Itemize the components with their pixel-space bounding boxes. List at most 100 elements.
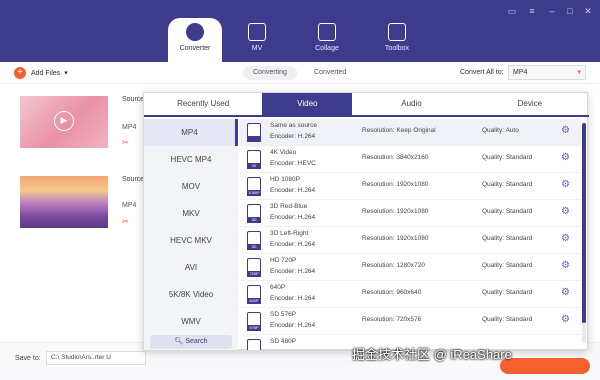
- maximize-icon[interactable]: □: [563, 5, 577, 17]
- preset-quality: Quality: Standard: [482, 154, 533, 161]
- preset-row[interactable]: 3D 3D Red-Blue Encoder: H.264 Resolution: 1…: [239, 200, 581, 227]
- video-format-icon: 1080P: [247, 177, 261, 196]
- tab-converter-label: Converter: [179, 45, 211, 52]
- preset-encoder: Encoder: HEVC: [270, 160, 316, 167]
- preset-tag: 720P: [247, 271, 261, 277]
- preset-name: HD 1080P: [270, 176, 300, 183]
- scrollbar-thumb[interactable]: [582, 123, 586, 323]
- preset-resolution: Resolution: Keep Original: [362, 127, 436, 134]
- format-popup: Recently Used Video Audio Device MP4 HEV…: [143, 92, 589, 350]
- preset-resolution: Resolution: 1920x1080: [362, 235, 429, 242]
- settings-gear-icon[interactable]: ⚙: [561, 233, 570, 244]
- preset-name: 640P: [270, 284, 286, 291]
- convert-all-label: Convert All to:: [460, 69, 504, 76]
- trim-icon[interactable]: ✂: [122, 138, 129, 147]
- mv-icon: [248, 23, 266, 41]
- tab-converting[interactable]: Converting: [243, 66, 297, 80]
- tab-toolbox[interactable]: Toolbox: [362, 18, 432, 62]
- preset-tag: 640P: [247, 298, 261, 304]
- format-item-mov[interactable]: MOV: [144, 173, 238, 200]
- tab-collage[interactable]: Collage: [292, 18, 362, 62]
- format-item-hevc-mp4[interactable]: HEVC MP4: [144, 146, 238, 173]
- preset-row[interactable]: 3D 3D Left-Right Encoder: H.264 Resolution:…: [239, 227, 581, 254]
- tab-audio[interactable]: Audio: [352, 93, 470, 115]
- preset-encoder: Encoder: H.264: [270, 268, 316, 275]
- settings-gear-icon[interactable]: ⚙: [561, 287, 570, 298]
- preset-quality: Quality: Standard: [482, 235, 533, 242]
- preset-encoder: Encoder: H.264: [270, 214, 316, 221]
- preset-quality: Quality: Standard: [482, 262, 533, 269]
- preset-encoder: Encoder: H.264: [270, 241, 316, 248]
- convert-all-button[interactable]: [500, 358, 590, 374]
- minimize-icon[interactable]: –: [545, 5, 559, 17]
- menu-icon[interactable]: ≡: [525, 5, 539, 17]
- format-item-wmv[interactable]: WMV: [144, 308, 238, 335]
- preset-quality: Quality: Standard: [482, 181, 533, 188]
- popup-tabs: Recently Used Video Audio Device: [144, 93, 589, 117]
- format-item-5k8k[interactable]: 5K/8K Video: [144, 281, 238, 308]
- format-item-hevc-mkv[interactable]: HEVC MKV: [144, 227, 238, 254]
- settings-gear-icon[interactable]: ⚙: [561, 125, 570, 136]
- tab-device[interactable]: Device: [471, 93, 589, 115]
- preset-quality: Quality: Standard: [482, 208, 533, 215]
- video-format-icon: 4K: [247, 150, 261, 169]
- convert-all-select[interactable]: MP4 ▾: [508, 65, 586, 80]
- video-format-icon: 640P: [247, 285, 261, 304]
- preset-name: 3D Red-Blue: [270, 203, 308, 210]
- tab-recently-used[interactable]: Recently Used: [144, 93, 262, 115]
- convert-all-value: MP4: [513, 69, 528, 76]
- video-format-icon: 3D: [247, 204, 261, 223]
- preset-row[interactable]: Same as source Encoder: H.264 Resolution: …: [239, 119, 581, 146]
- preset-tag: [247, 136, 261, 142]
- settings-gear-icon[interactable]: ⚙: [561, 179, 570, 190]
- preset-row[interactable]: 1080P HD 1080P Encoder: H.264 Resolution: 1…: [239, 173, 581, 200]
- collage-icon: [318, 23, 336, 41]
- preset-resolution: Resolution: 3840x2160: [362, 154, 429, 161]
- tab-mv[interactable]: MV: [222, 18, 292, 62]
- preset-row[interactable]: 4K 4K Video Encoder: HEVC Resolution: 3840x…: [239, 146, 581, 173]
- tab-video[interactable]: Video: [262, 93, 353, 115]
- settings-gear-icon[interactable]: ⚙: [561, 314, 570, 325]
- preset-name: HD 720P: [270, 257, 297, 264]
- preset-tag: 3D: [247, 244, 261, 250]
- file-format: MP4: [122, 202, 137, 209]
- preset-tag: 1080P: [247, 190, 261, 196]
- format-item-avi[interactable]: AVI: [144, 254, 238, 281]
- search-button[interactable]: 🔍︎ Search: [150, 335, 232, 349]
- preset-resolution: Resolution: 720x576: [362, 316, 422, 323]
- video-format-icon: [247, 339, 261, 350]
- preset-resolution: Resolution: 1280x720: [362, 262, 425, 269]
- preset-tag: 576P: [247, 325, 261, 331]
- save-to-path[interactable]: C:\ Studio\Ars..rter U: [46, 351, 146, 365]
- tab-collage-label: Collage: [315, 45, 339, 52]
- search-icon: 🔍︎: [174, 338, 186, 345]
- preset-row[interactable]: 720P HD 720P Encoder: H.264 Resolution: 128…: [239, 254, 581, 281]
- preset-scrollbar[interactable]: [582, 123, 586, 343]
- settings-gear-icon[interactable]: ⚙: [561, 260, 570, 271]
- dropdown-arrow-icon: ▾: [577, 69, 581, 76]
- watermark: 掘金技术社区 @ iReaShare: [352, 347, 512, 362]
- tab-toolbox-label: Toolbox: [384, 45, 410, 52]
- settings-gear-icon[interactable]: ⚙: [561, 152, 570, 163]
- settings-gear-icon[interactable]: ⚙: [561, 206, 570, 217]
- preset-row[interactable]: 576P SD 576P Encoder: H.264 Resolution: 720…: [239, 308, 581, 335]
- close-icon[interactable]: ✕: [581, 5, 595, 17]
- save-to-label: Save to:: [15, 355, 41, 362]
- preset-quality: Quality: Auto: [482, 127, 519, 134]
- video-thumbnail[interactable]: [20, 176, 108, 228]
- tab-converted[interactable]: Converted: [304, 66, 356, 80]
- file-item: Source MP4 ✂: [0, 62, 150, 228]
- preset-name: 3D Left-Right: [270, 230, 309, 237]
- format-item-mkv[interactable]: MKV: [144, 200, 238, 227]
- preset-quality: Quality: Standard: [482, 289, 533, 296]
- video-format-icon: 3D: [247, 231, 261, 250]
- trim-icon[interactable]: ✂: [122, 217, 129, 226]
- format-item-mp4[interactable]: MP4: [144, 119, 238, 146]
- preset-quality: Quality: Standard: [482, 316, 533, 323]
- preset-encoder: Encoder: H.264: [270, 322, 316, 329]
- feedback-icon[interactable]: ▭: [505, 5, 519, 17]
- preset-name: SD 480P: [270, 338, 297, 345]
- preset-row[interactable]: 640P 640P Encoder: H.264 Resolution: 960x64…: [239, 281, 581, 308]
- converter-icon: [186, 23, 204, 41]
- tab-converter[interactable]: Converter: [168, 18, 222, 62]
